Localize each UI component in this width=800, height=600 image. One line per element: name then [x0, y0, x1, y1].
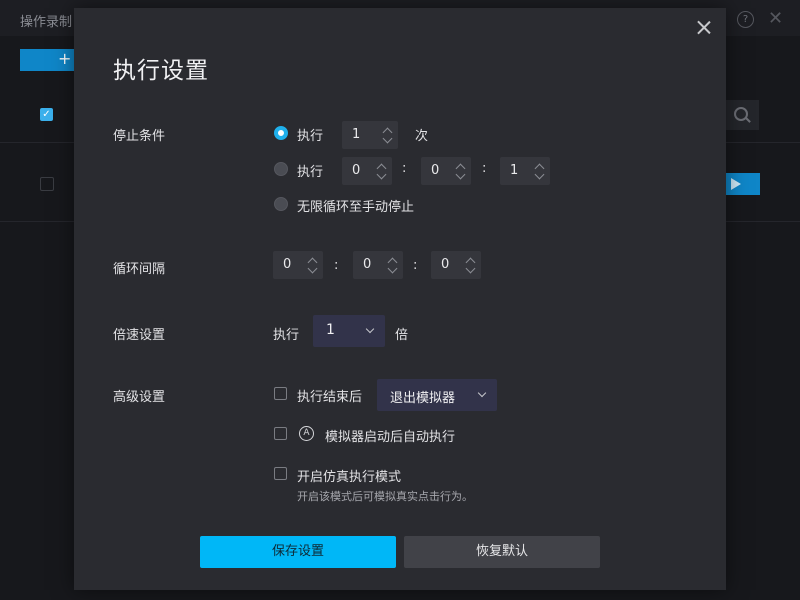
auto-exec-icon: A	[299, 426, 314, 441]
row-checkbox[interactable]	[40, 177, 54, 191]
duration-hours-value: 0	[352, 163, 361, 178]
speed-value: 1	[326, 322, 335, 338]
close-icon[interactable]	[694, 18, 714, 38]
stepper-arrows[interactable]	[533, 161, 545, 181]
exec-count-label: 执行	[297, 129, 324, 144]
app-title: 操作录制	[20, 15, 73, 30]
app-close-icon[interactable]: ✕	[768, 8, 783, 29]
time-separator: :	[334, 258, 339, 273]
interval-seconds-value: 0	[441, 257, 450, 272]
chevron-down-icon	[365, 324, 375, 334]
chevron-down-icon[interactable]	[387, 263, 398, 274]
stepper-arrows[interactable]	[454, 161, 466, 181]
radio-exec-count[interactable]	[274, 126, 288, 140]
stepper-arrows[interactable]	[306, 255, 318, 275]
select-all-checkbox[interactable]: ✓	[40, 108, 53, 121]
exec-count-stepper[interactable]: 1	[342, 121, 398, 149]
duration-seconds-stepper[interactable]: 1	[500, 157, 550, 185]
stepper-arrows[interactable]	[386, 255, 398, 275]
duration-minutes-value: 0	[431, 163, 440, 178]
after-exec-checkbox[interactable]	[274, 387, 287, 400]
auto-exec-label: 模拟器启动后自动执行	[325, 430, 456, 445]
after-exec-select[interactable]: 退出模拟器	[377, 379, 497, 411]
exec-count-value: 1	[352, 127, 361, 142]
sim-mode-hint: 开启该模式后可模拟真实点击行为。	[297, 490, 473, 503]
speed-label: 倍速设置	[113, 328, 166, 343]
help-icon[interactable]: ?	[737, 11, 754, 28]
exec-count-unit: 次	[415, 129, 429, 144]
infinite-loop-label: 无限循环至手动停止	[297, 200, 415, 215]
speed-prefix: 执行	[273, 328, 300, 343]
chevron-down-icon[interactable]	[307, 263, 318, 274]
time-separator: :	[413, 258, 418, 273]
advanced-label: 高级设置	[113, 390, 166, 405]
add-button[interactable]: +	[20, 49, 76, 71]
loop-interval-label: 循环间隔	[113, 262, 166, 277]
interval-minutes-value: 0	[363, 257, 372, 272]
play-icon	[731, 178, 741, 190]
chevron-down-icon[interactable]	[455, 169, 466, 180]
stepper-arrows[interactable]	[464, 255, 476, 275]
search-icon-handle	[745, 117, 751, 123]
play-button[interactable]	[722, 173, 760, 195]
radio-exec-duration[interactable]	[274, 162, 288, 176]
sim-mode-label: 开启仿真执行模式	[297, 470, 402, 485]
after-exec-value: 退出模拟器	[390, 391, 456, 406]
chevron-down-icon[interactable]	[376, 169, 387, 180]
interval-hours-value: 0	[283, 257, 292, 272]
time-separator: :	[482, 161, 487, 176]
stepper-arrows[interactable]	[381, 125, 393, 145]
save-settings-button[interactable]: 保存设置	[200, 536, 396, 568]
time-separator: :	[402, 161, 407, 176]
auto-exec-checkbox[interactable]	[274, 427, 287, 440]
speed-select[interactable]: 1	[313, 315, 385, 347]
interval-seconds-stepper[interactable]: 0	[431, 251, 481, 279]
chevron-down-icon[interactable]	[534, 169, 545, 180]
duration-hours-stepper[interactable]: 0	[342, 157, 392, 185]
stop-condition-label: 停止条件	[113, 129, 166, 144]
interval-minutes-stepper[interactable]: 0	[353, 251, 403, 279]
duration-seconds-value: 1	[510, 163, 519, 178]
duration-minutes-stepper[interactable]: 0	[421, 157, 471, 185]
stepper-arrows[interactable]	[375, 161, 387, 181]
restore-defaults-button[interactable]: 恢复默认	[404, 536, 600, 568]
after-exec-label: 执行结束后	[297, 390, 363, 405]
dialog-title: 执行设置	[113, 58, 209, 84]
execution-settings-dialog: 执行设置 停止条件 执行 1 次 执行 0 : 0 : 1 无限循环至手动停止 …	[74, 8, 726, 590]
sim-mode-checkbox[interactable]	[274, 467, 287, 480]
radio-infinite-loop[interactable]	[274, 197, 288, 211]
search-button[interactable]	[725, 100, 759, 130]
interval-hours-stepper[interactable]: 0	[273, 251, 323, 279]
chevron-down-icon	[477, 388, 487, 398]
chevron-down-icon[interactable]	[382, 133, 393, 144]
exec-duration-label: 执行	[297, 165, 324, 180]
speed-suffix: 倍	[395, 328, 409, 343]
chevron-down-icon[interactable]	[465, 263, 476, 274]
